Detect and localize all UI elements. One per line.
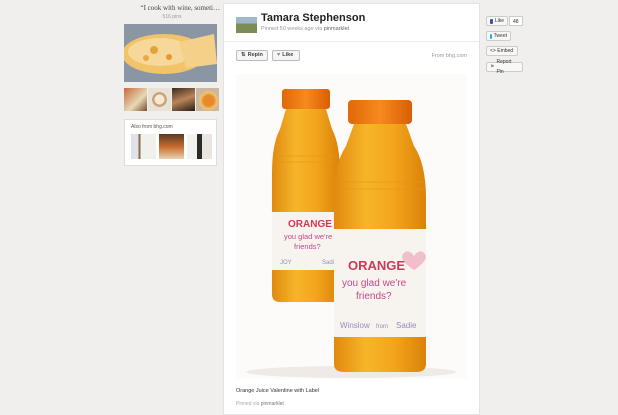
board-thumb[interactable] — [172, 88, 195, 111]
also-from-thumb[interactable] — [159, 134, 184, 159]
board-pin-count: 516 pins — [162, 14, 182, 20]
repin-label: Repin — [247, 52, 263, 58]
heart-icon: ♥ — [277, 52, 281, 58]
report-pin-label: Report Pin — [496, 59, 512, 75]
board-title[interactable]: “I cook with wine, someti… — [124, 4, 220, 12]
also-from-thumbnails — [131, 134, 212, 159]
facebook-icon — [490, 18, 493, 24]
facebook-like-button[interactable]: Like — [486, 16, 508, 26]
back-bottle-cap — [282, 89, 330, 109]
pinned-via-footer: Pinned via pinmarklet — [236, 401, 284, 407]
repin-button[interactable]: ⇅ Repin — [236, 50, 268, 61]
like-button[interactable]: ♥ Like — [272, 50, 300, 61]
embed-button[interactable]: <> Embed — [486, 46, 518, 56]
front-label-from: from — [376, 324, 388, 330]
front-label-from-name: Sadie — [396, 321, 417, 330]
report-pin-button[interactable]: ⚑ Report Pin — [486, 59, 523, 75]
user-name[interactable]: Tamara Stephenson — [261, 12, 365, 24]
board-thumb[interactable] — [124, 88, 147, 111]
back-label-to: JOY — [280, 260, 292, 266]
board-thumb[interactable] — [196, 88, 219, 111]
front-label-to: Winslow — [340, 321, 370, 330]
board-cover-image[interactable] — [124, 24, 217, 82]
pinned-via-footer-link[interactable]: pinmarklet — [261, 401, 284, 407]
front-bottle-cap — [348, 100, 412, 124]
pin-card: Tamara Stephenson Pinned 50 weeks ago vi… — [223, 3, 480, 415]
facebook-like-label: Like — [494, 18, 504, 24]
facebook-like-count: 48 — [509, 16, 523, 26]
front-label-line2: you glad we're — [342, 278, 407, 289]
back-label-line2: you glad we're — [284, 232, 332, 241]
board-thumbnails — [124, 88, 220, 111]
avatar[interactable] — [236, 17, 257, 33]
board-thumb[interactable] — [148, 88, 171, 111]
flag-icon: ⚑ — [490, 64, 495, 70]
pinned-via-app-link[interactable]: pinmarklet — [324, 26, 349, 32]
pin-header: Tamara Stephenson Pinned 50 weeks ago vi… — [224, 4, 479, 42]
back-label-line3: friends? — [294, 242, 321, 251]
also-from-thumb[interactable] — [187, 134, 212, 159]
tweet-label: Tweet — [493, 33, 507, 39]
embed-label: <> Embed — [490, 48, 514, 54]
also-from-thumb[interactable] — [131, 134, 156, 159]
front-label-line1: ORANGE — [348, 258, 405, 273]
pinned-ago: Pinned 50 weeks ago via — [261, 26, 323, 32]
tweet-button[interactable]: Tweet — [486, 31, 511, 41]
also-from-box: Also from bhg.com — [124, 119, 217, 166]
pin-image[interactable]: ORANGE you glad we're friends? JOY Sadie… — [236, 74, 467, 379]
also-from-title: Also from bhg.com — [131, 124, 173, 130]
pinned-meta: Pinned 50 weeks ago via pinmarklet — [261, 26, 349, 32]
twitter-icon — [490, 33, 492, 39]
repin-icon: ⇅ — [241, 52, 246, 58]
source-link[interactable]: From bhg.com — [432, 53, 467, 59]
pinned-via-prefix: Pinned via — [236, 401, 260, 407]
like-label: Like — [282, 52, 294, 58]
pin-caption: Orange Juice Valentine with Label — [236, 388, 320, 394]
back-label-line1: ORANGE — [288, 219, 332, 230]
front-label-line3: friends? — [356, 291, 392, 302]
